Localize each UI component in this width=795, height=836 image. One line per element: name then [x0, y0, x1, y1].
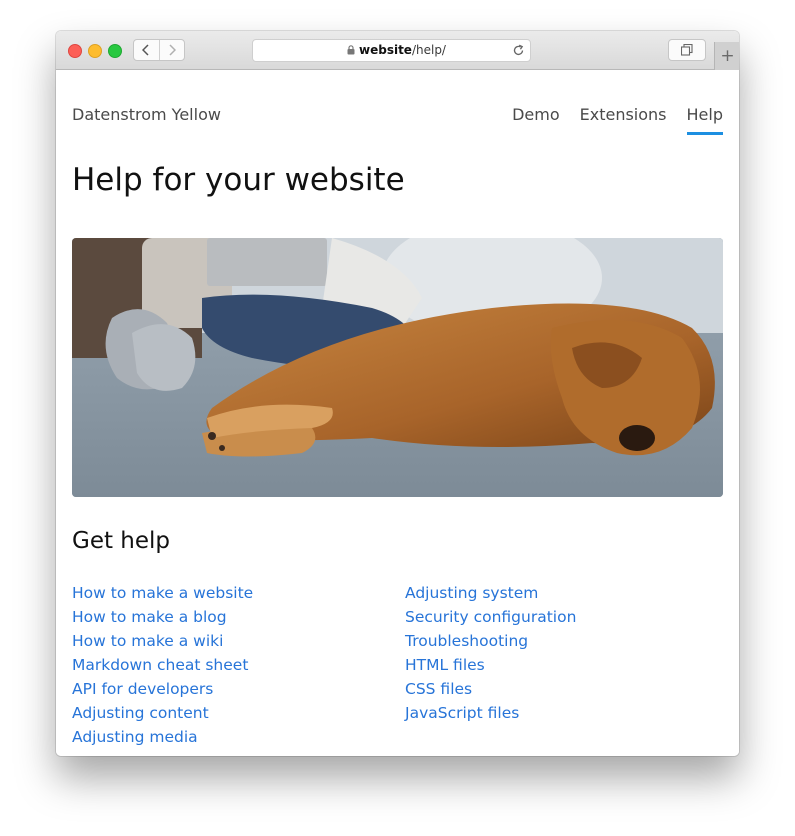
help-link[interactable]: HTML files [405, 653, 576, 677]
lock-icon [347, 45, 355, 55]
menu-item-demo[interactable]: Demo [512, 105, 560, 132]
browser-window: website/help/ + Datenstrom Yellow Demo E… [56, 31, 739, 756]
url-text: website/help/ [359, 43, 446, 57]
forward-button[interactable] [158, 40, 185, 60]
page-title: Help for your website [72, 162, 405, 198]
section-title: Get help [72, 528, 171, 554]
back-button[interactable] [134, 40, 159, 60]
title-bar: website/help/ + [56, 31, 739, 70]
hero-image [72, 238, 723, 497]
help-link[interactable]: Adjusting media [72, 725, 253, 749]
help-link[interactable]: Adjusting system [405, 581, 576, 605]
plus-icon: + [720, 46, 735, 66]
zoom-button[interactable] [108, 44, 122, 58]
help-link[interactable]: How to make a blog [72, 605, 253, 629]
show-tabs-button[interactable] [668, 39, 706, 61]
help-link[interactable]: API for developers [72, 677, 253, 701]
tabs-icon [681, 44, 693, 56]
help-link[interactable]: CSS files [405, 677, 576, 701]
site-name[interactable]: Datenstrom Yellow [72, 105, 221, 124]
help-link[interactable]: How to make a website [72, 581, 253, 605]
help-link[interactable]: Security configuration [405, 605, 576, 629]
page-content: Datenstrom Yellow Demo Extensions Help H… [56, 70, 739, 756]
back-icon [142, 44, 149, 56]
navigation-buttons [133, 39, 185, 61]
help-link[interactable]: JavaScript files [405, 701, 576, 725]
url-domain: website [359, 43, 412, 57]
address-bar[interactable]: website/help/ [252, 39, 531, 62]
help-link[interactable]: Troubleshooting [405, 629, 576, 653]
help-link[interactable]: Adjusting content [72, 701, 253, 725]
hero-photo [72, 238, 723, 497]
menu-item-help[interactable]: Help [686, 105, 724, 135]
site-menu: Demo Extensions Help [512, 105, 724, 135]
minimize-button[interactable] [88, 44, 102, 58]
new-tab-button[interactable]: + [714, 42, 739, 70]
menu-item-extensions[interactable]: Extensions [580, 105, 667, 132]
url-path: /help/ [411, 43, 446, 57]
reload-icon[interactable] [512, 44, 525, 57]
help-link[interactable]: Markdown cheat sheet [72, 653, 253, 677]
help-link[interactable]: How to make a wiki [72, 629, 253, 653]
close-button[interactable] [68, 44, 82, 58]
forward-icon [168, 44, 176, 56]
help-links-column-2: Adjusting system Security configuration … [405, 581, 576, 725]
help-links-column-1: How to make a website How to make a blog… [72, 581, 253, 749]
